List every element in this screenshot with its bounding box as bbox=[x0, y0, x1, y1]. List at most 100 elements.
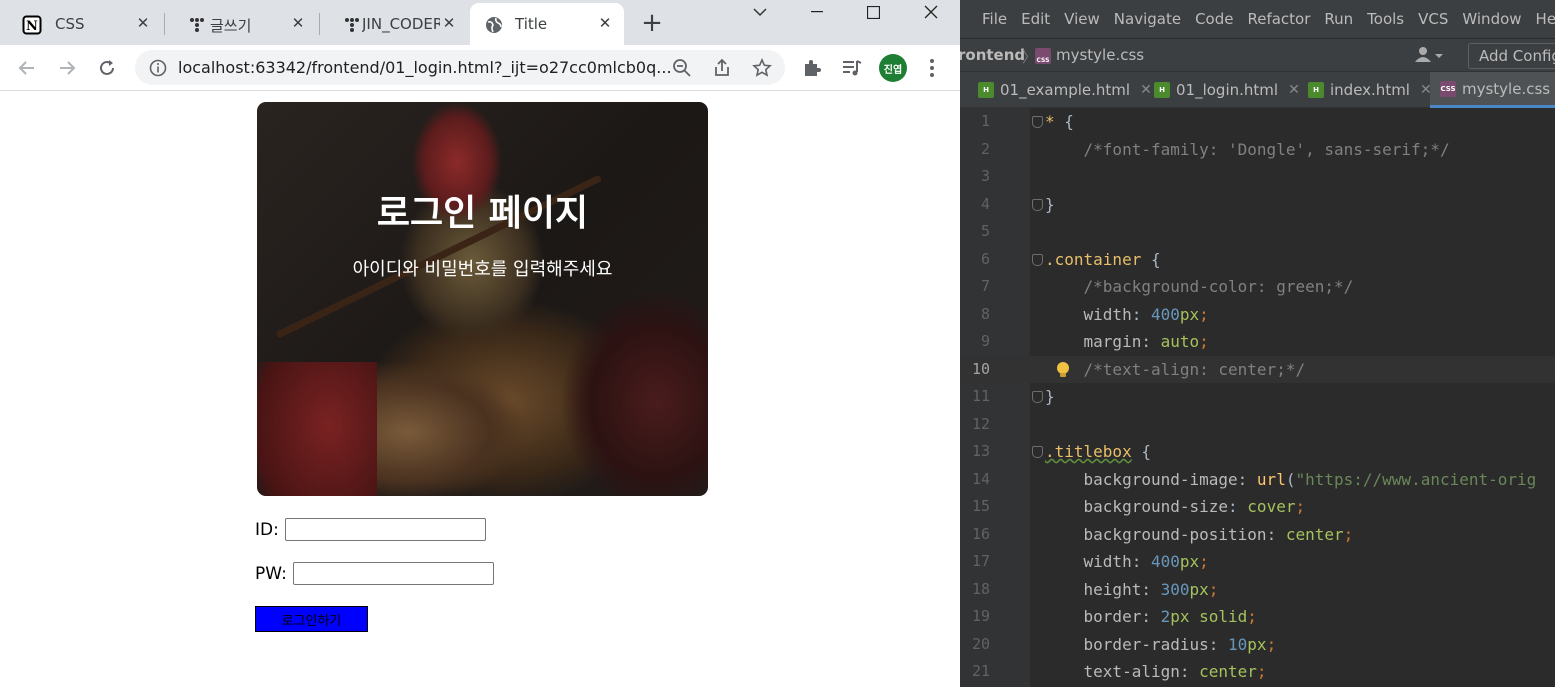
code-line[interactable]: 14 background-image: url("https://www.an… bbox=[960, 466, 1555, 494]
fold-marker-icon[interactable] bbox=[1032, 198, 1043, 211]
extensions-puzzle-icon[interactable] bbox=[800, 56, 824, 80]
forward-arrow-icon[interactable] bbox=[55, 56, 79, 80]
url-text: localhost:63342/frontend/01_login.html?_… bbox=[178, 58, 672, 77]
login-button[interactable]: 로그인하기 bbox=[255, 606, 368, 632]
maximize-icon[interactable] bbox=[853, 0, 893, 24]
close-icon[interactable]: ✕ bbox=[134, 14, 152, 32]
address-bar[interactable]: localhost:63342/frontend/01_login.html?_… bbox=[135, 50, 785, 85]
close-icon[interactable]: ✕ bbox=[289, 14, 307, 32]
close-icon[interactable]: ✕ bbox=[596, 14, 614, 32]
add-configuration-button[interactable]: Add Configu bbox=[1468, 43, 1555, 69]
code-line[interactable]: 12 bbox=[960, 411, 1555, 439]
menu-vcs[interactable]: VCS bbox=[1418, 10, 1448, 28]
fold-marker-icon[interactable] bbox=[1032, 391, 1043, 403]
new-tab-button[interactable]: + bbox=[639, 8, 665, 38]
user-account-icon[interactable] bbox=[1415, 46, 1443, 68]
code-text: /*font-family: 'Dongle', sans-serif;*/ bbox=[1045, 139, 1450, 159]
media-control-icon[interactable] bbox=[840, 56, 864, 80]
editor-tab-label: 01_example.html bbox=[1000, 81, 1131, 99]
navigation-bar: rontend 〉 CSS mystyle.css Add Configu bbox=[960, 38, 1555, 72]
close-icon[interactable]: ✕ bbox=[1288, 82, 1300, 98]
tab-title: CSS bbox=[55, 15, 85, 33]
code-text: } bbox=[1045, 387, 1055, 406]
editor-tab-label: index.html bbox=[1330, 81, 1410, 99]
tab-title-active[interactable]: Title ✕ bbox=[470, 3, 624, 45]
fold-marker-icon[interactable] bbox=[1032, 116, 1043, 128]
editor-tab-mystyle-css[interactable]: CSS mystyle.css ✕ bbox=[1430, 72, 1555, 108]
code-text: .container { bbox=[1045, 249, 1161, 269]
tab-search-chevron-icon[interactable] bbox=[740, 0, 780, 24]
code-line[interactable]: 6 .container { bbox=[960, 246, 1555, 274]
line-number: 14 bbox=[971, 469, 990, 488]
reload-icon[interactable] bbox=[95, 56, 119, 80]
code-text: margin: auto; bbox=[1045, 332, 1209, 351]
share-icon[interactable] bbox=[711, 57, 733, 79]
code-line[interactable]: 1 * { bbox=[960, 108, 1555, 136]
title-box-spartan-image: 로그인 페이지 아이디와 비밀번호를 입력해주세요 bbox=[257, 102, 708, 496]
info-icon[interactable] bbox=[147, 57, 169, 79]
close-icon[interactable]: ✕ bbox=[1140, 82, 1152, 98]
code-line[interactable]: 20 border-radius: 10px; bbox=[960, 631, 1555, 659]
tab-title: JIN_CODER bbox=[362, 15, 440, 33]
bookmark-star-icon[interactable] bbox=[751, 57, 773, 79]
menu-refactor[interactable]: Refactor bbox=[1247, 10, 1310, 28]
menu-code[interactable]: Code bbox=[1195, 10, 1233, 28]
tab-jin-coder[interactable]: JIN_CODER ✕ bbox=[320, 3, 468, 45]
close-icon[interactable]: ✕ bbox=[440, 14, 458, 32]
menu-edit[interactable]: Edit bbox=[1021, 10, 1050, 28]
line-number: 10 bbox=[971, 359, 990, 378]
editor-tab-01-login[interactable]: H 01_login.html ✕ bbox=[1154, 72, 1300, 108]
editor-tab-01-example[interactable]: H 01_example.html ✕ bbox=[978, 72, 1152, 108]
minimize-icon[interactable] bbox=[797, 0, 837, 24]
code-text: .titlebox { bbox=[1045, 442, 1151, 461]
code-line[interactable]: 17 width: 400px; bbox=[960, 548, 1555, 576]
tab-write[interactable]: 글쓰기 ✕ bbox=[165, 3, 317, 45]
code-line[interactable]: 15 background-size: cover; bbox=[960, 493, 1555, 521]
pw-input[interactable] bbox=[292, 562, 494, 585]
code-line[interactable]: 18 height: 300px; bbox=[960, 576, 1555, 604]
line-number: 13 bbox=[971, 442, 990, 460]
menu-help[interactable]: Help bbox=[1536, 10, 1555, 28]
menu-view[interactable]: View bbox=[1064, 10, 1100, 28]
code-line[interactable]: 9 margin: auto; bbox=[960, 328, 1555, 356]
id-input[interactable] bbox=[284, 518, 486, 541]
tab-css[interactable]: N CSS ✕ bbox=[0, 3, 162, 45]
code-line[interactable]: 3 bbox=[960, 163, 1555, 191]
code-editor[interactable]: 1 * {2 /*font-family: 'Dongle', sans-seri… bbox=[960, 108, 1555, 687]
code-line[interactable]: 2 /*font-family: 'Dongle', sans-serif;*/ bbox=[960, 136, 1555, 164]
line-number: 6 bbox=[980, 249, 990, 268]
menu-navigate[interactable]: Navigate bbox=[1114, 10, 1181, 28]
code-line[interactable]: 19 border: 2px solid; bbox=[960, 603, 1555, 631]
code-line[interactable]: 10 /*text-align: center;*/ bbox=[960, 355, 1555, 383]
line-number: 5 bbox=[980, 222, 990, 240]
zoom-icon[interactable] bbox=[671, 57, 693, 79]
code-text: /*text-align: center;*/ bbox=[1045, 359, 1306, 379]
code-line[interactable]: 11} bbox=[960, 383, 1555, 411]
screen: { "browser": { "tabs": [ {"title": "CSS"… bbox=[0, 0, 1555, 687]
code-line[interactable]: 13 .titlebox { bbox=[960, 438, 1555, 466]
fold-marker-icon[interactable] bbox=[1032, 446, 1043, 458]
code-line[interactable]: 16 background-position: center; bbox=[960, 521, 1555, 549]
menu-tools[interactable]: Tools bbox=[1367, 10, 1404, 28]
menu-file[interactable]: File bbox=[982, 10, 1007, 28]
code-line[interactable]: 7 /*background-color: green;*/ bbox=[960, 273, 1555, 301]
fold-marker-icon[interactable] bbox=[1032, 253, 1043, 266]
code-line[interactable]: 4} bbox=[960, 191, 1555, 219]
back-arrow-icon[interactable] bbox=[15, 56, 39, 80]
menu-run[interactable]: Run bbox=[1324, 10, 1353, 28]
code-line[interactable]: 8 width: 400px; bbox=[960, 301, 1555, 329]
more-vertical-icon[interactable] bbox=[920, 56, 944, 80]
profile-avatar[interactable]: 진엽 bbox=[879, 54, 907, 82]
page-content: 로그인 페이지 아이디와 비밀번호를 입력해주세요 ID: PW: 로그인하기 bbox=[0, 91, 960, 687]
page-subtitle: 아이디와 비밀번호를 입력해주세요 bbox=[352, 259, 613, 280]
code-line[interactable]: 21 text-align: center; bbox=[960, 658, 1555, 686]
editor-tab-index[interactable]: H index.html ✕ bbox=[1308, 72, 1432, 108]
close-window-icon[interactable] bbox=[911, 0, 951, 24]
chrome-window: N CSS ✕ 글쓰기 ✕ JIN_CODER ✕ Title ✕ + loca… bbox=[0, 0, 960, 687]
breadcrumb-file[interactable]: mystyle.css bbox=[1056, 46, 1144, 64]
breadcrumb-project[interactable]: rontend bbox=[960, 46, 1025, 64]
code-line[interactable]: 5 bbox=[960, 218, 1555, 246]
line-number: 9 bbox=[980, 332, 990, 350]
menu-window[interactable]: Window bbox=[1462, 10, 1521, 28]
line-number: 2 bbox=[980, 139, 990, 158]
